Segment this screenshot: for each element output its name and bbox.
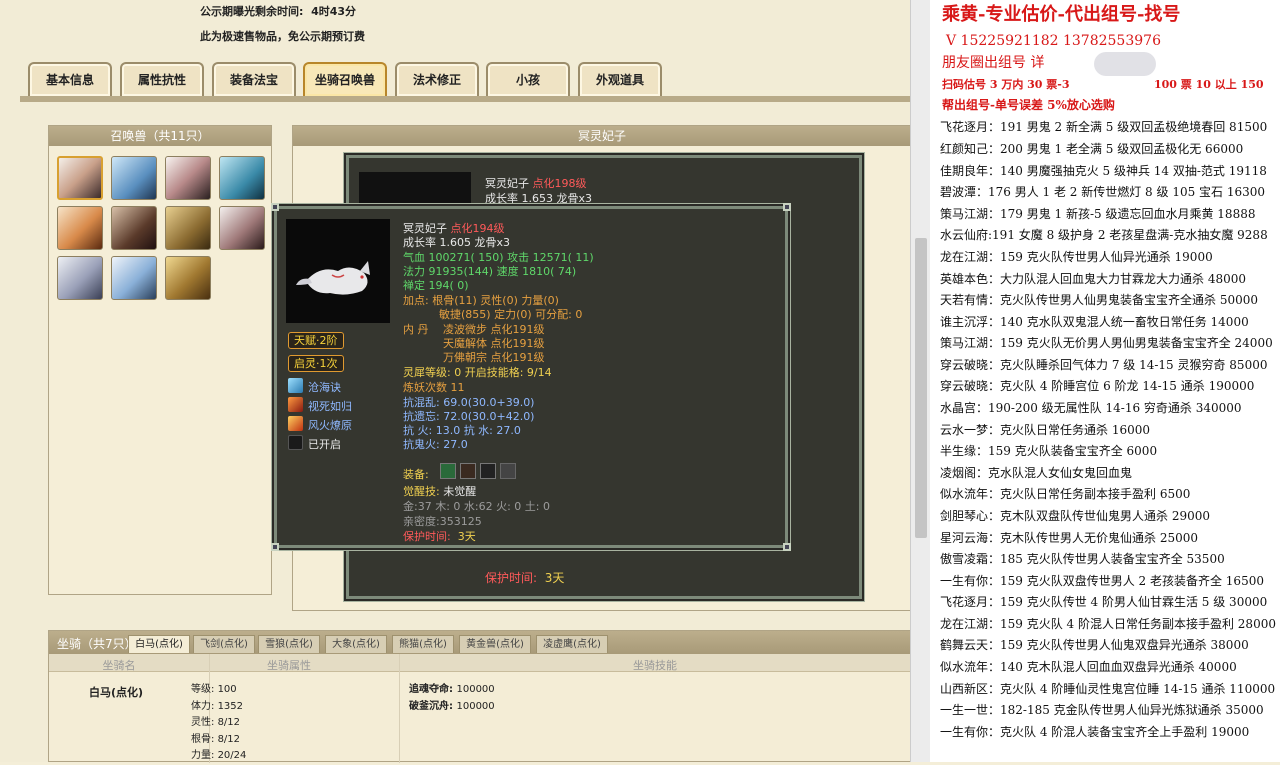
mount-attrs: 等级: 100 体力: 1352 灵性: 8/12 根骨: 8/12 力量: 2… bbox=[191, 684, 247, 761]
page-scrollbar[interactable] bbox=[910, 0, 930, 762]
skill-name-2: 视死如归 bbox=[308, 400, 352, 413]
ad-line5: 帮出组号-单号误差 5%放心选购 bbox=[942, 98, 1115, 112]
tab-mounts-summons[interactable]: 坐骑召唤兽 bbox=[303, 62, 387, 96]
col-mount-name: 坐骑名 bbox=[102, 659, 136, 672]
equip-slot-4[interactable] bbox=[500, 463, 516, 479]
tab-appearance[interactable]: 外观道具 bbox=[578, 62, 662, 96]
summon-avatar-8[interactable] bbox=[219, 206, 265, 250]
listing-5: 策马江湖：179 男鬼 1 新孩-5 级遗忘回血水月乘黄 18888 bbox=[940, 207, 1256, 221]
tab-spell-correction[interactable]: 法术修正 bbox=[395, 62, 479, 96]
mount-tab-5[interactable]: 熊猫(点化) bbox=[392, 635, 454, 653]
skill-name-4: 已开启 bbox=[308, 438, 341, 451]
listing-18: 似水流年：克火队日常任务副本接手盈利 6500 bbox=[940, 487, 1191, 501]
listing-28: 一生一世：182-185 克金队传世男人仙异光炼狱通杀 35000 bbox=[940, 703, 1264, 717]
summon-avatar-5[interactable] bbox=[57, 206, 103, 250]
listing-3: 佳期良年：140 男魔强抽克火 5 级神兵 14 双抽-范式 19118 bbox=[940, 164, 1267, 178]
ad-title: 乘黄-专业估价-代出组号-找号 bbox=[942, 4, 1181, 25]
listing-10: 谁主沉浮：140 克水队双鬼混人统一畜牧日常任务 14000 bbox=[940, 315, 1249, 329]
summon-avatar-1[interactable] bbox=[57, 156, 103, 200]
mounts-title: 坐骑（共7只） bbox=[57, 637, 137, 651]
summon-avatar-11[interactable] bbox=[165, 256, 211, 300]
white-fox-icon bbox=[296, 261, 370, 295]
listing-27: 山西新区：克火队 4 阶睡仙灵性鬼宫位睡 14-15 通杀 110000 bbox=[940, 682, 1276, 696]
summon-avatar-2[interactable] bbox=[111, 156, 157, 200]
listing-26: 似水流年：140 克木队混人回血血双盘异光通杀 40000 bbox=[940, 660, 1237, 674]
summon-avatar-9[interactable] bbox=[57, 256, 103, 300]
tab-attributes[interactable]: 属性抗性 bbox=[120, 62, 204, 96]
summon-detail-title: 冥灵妃子 bbox=[293, 126, 911, 146]
summon-list-title: 召唤兽（共11只） bbox=[49, 126, 271, 146]
listing-12: 穿云破晓：克火队睡杀回气体力 7 级 14-15 灵猴穷奇 85000 bbox=[940, 358, 1268, 372]
summon-list-panel: 召唤兽（共11只） bbox=[48, 125, 272, 595]
mount-name: 白马(点化) bbox=[89, 686, 144, 699]
listing-24: 龙在江湖：159 克火队 4 阶混人日常任务副本接手盈利 28000 bbox=[940, 617, 1276, 631]
ad-line4b: 100 票 10 以上 150 bbox=[1154, 78, 1264, 91]
listing-14: 水晶宫：190-200 级无属性队 14-16 穷奇通杀 340000 bbox=[940, 401, 1242, 415]
slot-icon[interactable] bbox=[288, 435, 303, 450]
listing-22: 一生有你：159 克火队双盘传世男人 2 老孩装备齐全 16500 bbox=[940, 574, 1264, 588]
listing-8: 英雄本色：大力队混人回血鬼大力甘霖龙大力通杀 48000 bbox=[940, 272, 1246, 286]
col-mount-attr: 坐骑属性 bbox=[267, 659, 311, 672]
mount-tab-1[interactable]: 白马(点化) bbox=[128, 635, 190, 653]
summon-avatar-10[interactable] bbox=[111, 256, 157, 300]
listing-4: 碧波潭：176 男人 1 老 2 新传世燃灯 8 级 105 宝石 16300 bbox=[940, 185, 1266, 199]
listing-13: 穿云破晓：克火队 4 阶睡宫位 6 阶龙 14-15 通杀 190000 bbox=[940, 379, 1255, 393]
listing-1: 飞花逐月：191 男鬼 2 新全满 5 级双回孟极绝境春回 81500 bbox=[940, 120, 1268, 134]
spirit-badge: 启灵·1次 bbox=[288, 355, 344, 372]
ad-overlay: 乘黄-专业估价-代出组号-找号 V 15225921182 1378255397… bbox=[930, 0, 1280, 762]
listing-6: 水云仙府:191 女魔 8 级护身 2 老孩星盘满-克水抽女魔 9288 bbox=[940, 228, 1268, 242]
equip-slot-3[interactable] bbox=[480, 463, 496, 479]
col-mount-skill: 坐骑技能 bbox=[633, 659, 677, 672]
wave-icon[interactable] bbox=[288, 378, 303, 393]
tab-basic-info[interactable]: 基本信息 bbox=[28, 62, 112, 96]
skill-name-3: 风火燎原 bbox=[308, 419, 352, 432]
talent-badge: 天赋·2阶 bbox=[288, 332, 344, 349]
listing-25: 鹤舞云天：159 克火队传世男人仙鬼双盘异光通杀 38000 bbox=[940, 638, 1249, 652]
notice-text: 此为极速售物品，免公示期预订费 bbox=[200, 30, 365, 43]
listing-23: 飞花逐月：159 克火队传世 4 阶男人仙甘霖生活 5 级 30000 bbox=[940, 595, 1268, 609]
tab-underline bbox=[20, 96, 912, 102]
listing-15: 云水一梦：克火队日常任务通杀 16000 bbox=[940, 423, 1150, 437]
summon-avatar-7[interactable] bbox=[165, 206, 211, 250]
equip-slot-2[interactable] bbox=[460, 463, 476, 479]
watermark-logo bbox=[1094, 52, 1156, 76]
tab-equipment[interactable]: 装备法宝 bbox=[212, 62, 296, 96]
ad-phone: V 15225921182 13782553976 bbox=[946, 33, 1161, 49]
tab-children[interactable]: 小孩 bbox=[486, 62, 570, 96]
listing-2: 红颜知己：200 男鬼 1 老全满 5 级双回孟极化无 66000 bbox=[940, 142, 1244, 156]
skill-name-1: 沧海诀 bbox=[308, 381, 341, 394]
listing-29: 一生有你：克火队 4 阶混人装备宝宝齐全上手盈利 19000 bbox=[940, 725, 1250, 739]
ad-line4: 扫码估号 3 万内 30 票-3 bbox=[942, 78, 1070, 91]
fire-icon[interactable] bbox=[288, 416, 303, 431]
mount-skills: 追魂夺命: 100000 破釜沉舟: 100000 bbox=[409, 684, 495, 712]
flame-icon[interactable] bbox=[288, 397, 303, 412]
listing-17: 凌烟阁：克水队混人女仙女鬼回血鬼 bbox=[940, 466, 1133, 480]
listing-21: 傲雪凌霜：185 克火队传世男人装备宝宝齐全 53500 bbox=[940, 552, 1225, 566]
mount-tab-3[interactable]: 雪狼(点化) bbox=[258, 635, 320, 653]
listing-9: 天若有情：克火队传世男人仙男鬼装备宝宝齐全通杀 50000 bbox=[940, 293, 1258, 307]
equip-slot-1[interactable] bbox=[440, 463, 456, 479]
mount-tab-7[interactable]: 凌虚鹰(点化) bbox=[536, 635, 608, 653]
listing-16: 半生缘：159 克火队装备宝宝齐全 6000 bbox=[940, 444, 1158, 458]
summon-avatar-6[interactable] bbox=[111, 206, 157, 250]
trade-page: 公示期曝光剩余时间: 4时43分 此为极速售物品，免公示期预订费 基本信息 属性… bbox=[0, 0, 916, 763]
mount-tab-2[interactable]: 飞剑(点化) bbox=[193, 635, 255, 653]
ad-line3: 朋友圈出组号 详 bbox=[942, 55, 1045, 71]
summon-portrait bbox=[286, 219, 390, 323]
countdown: 公示期曝光剩余时间: 4时43分 bbox=[200, 5, 357, 18]
listing-20: 星河云海：克木队传世男人无价鬼仙通杀 25000 bbox=[940, 531, 1198, 545]
mount-tab-6[interactable]: 黄金兽(点化) bbox=[459, 635, 531, 653]
scrollbar-thumb[interactable] bbox=[915, 238, 927, 538]
summon-avatar-3[interactable] bbox=[165, 156, 211, 200]
summon-avatar-4[interactable] bbox=[219, 156, 265, 200]
listing-11: 策马江湖：159 克火队无价男人男仙男鬼装备宝宝齐全 24000 bbox=[940, 336, 1273, 350]
listing-19: 剑胆琴心：克木队双盘队传世仙鬼男人通杀 29000 bbox=[940, 509, 1210, 523]
mount-tab-4[interactable]: 大象(点化) bbox=[325, 635, 387, 653]
summon-card-front: 天赋·2阶 启灵·1次 沧海诀 视死如归 风火燎原 已开启 冥灵妃子 点化194… bbox=[271, 203, 791, 551]
listing-7: 龙在江湖：159 克火队传世男人仙异光通杀 19000 bbox=[940, 250, 1213, 264]
